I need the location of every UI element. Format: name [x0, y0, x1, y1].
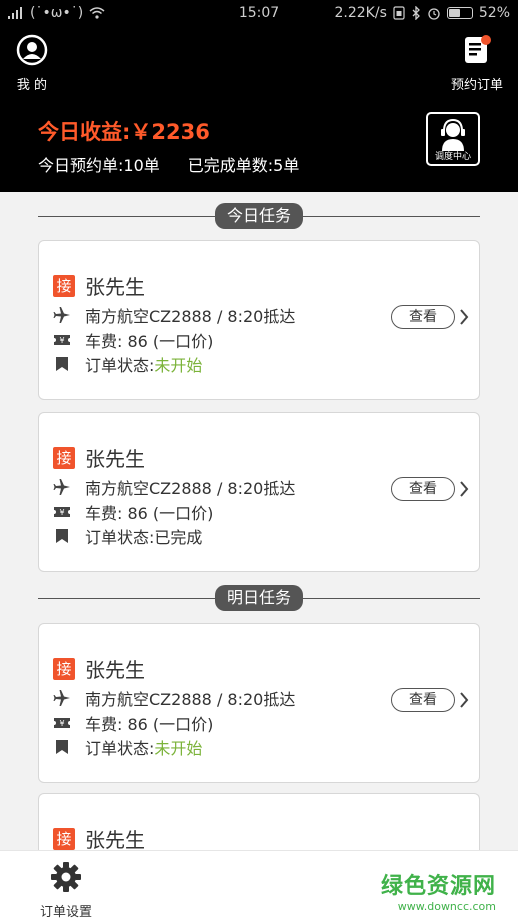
chevron-right-icon[interactable] — [459, 308, 469, 326]
bookmark-icon — [56, 357, 68, 371]
customer-name: 张先生 — [85, 275, 145, 299]
order-status-value: 已完成 — [154, 528, 203, 547]
today-section-header: 今日任务 — [38, 201, 480, 231]
order-card[interactable]: 接 张先生 南方航空CZ2888 / 8:20抵达 ¥ 车费: 86 (一口价)… — [38, 240, 480, 400]
today-section-title: 今日任务 — [214, 203, 304, 229]
fare: 车费: 86 (一口价) — [85, 332, 214, 351]
tomorrow-section-title: 明日任务 — [214, 585, 304, 611]
my-profile-button[interactable]: 我 的 — [12, 34, 52, 93]
order-list-icon — [465, 35, 491, 63]
pickup-badge: 接 — [53, 657, 75, 680]
order-card[interactable]: 接 张先生 南方航空CZ2888 / 8:20抵达 ¥ 车费: 86 (一口价)… — [38, 412, 480, 572]
plane-icon — [53, 690, 70, 706]
fare: 车费: 86 (一口价) — [85, 504, 214, 523]
order-settings-label: 订单设置 — [40, 905, 93, 920]
order-status-label: 订单状态: — [85, 739, 155, 758]
bookmark-icon — [56, 529, 68, 543]
ticket-icon: ¥ — [54, 507, 70, 517]
customer-name: 张先生 — [85, 828, 145, 852]
svg-text:¥: ¥ — [59, 336, 64, 345]
order-settings-button[interactable]: 订单设置 — [40, 861, 92, 920]
order-status-value: 未开始 — [154, 356, 203, 375]
view-button[interactable]: 查看 — [391, 477, 455, 501]
flight-info: 南方航空CZ2888 / 8:20抵达 — [85, 479, 296, 498]
plane-icon — [53, 307, 70, 323]
fare: 车费: 86 (一口价) — [85, 715, 214, 734]
watermark-url: www.downcc.com — [397, 900, 496, 913]
battery-percent: 52% — [478, 5, 510, 21]
ticket-icon: ¥ — [54, 718, 70, 728]
svg-text:¥: ¥ — [59, 719, 64, 728]
pickup-badge: 接 — [53, 446, 75, 469]
customer-name: 张先生 — [85, 658, 145, 682]
order-status-value: 未开始 — [154, 739, 203, 758]
dispatch-center-button[interactable]: 调度中心 — [426, 112, 480, 166]
tomorrow-section-header: 明日任务 — [38, 583, 480, 613]
order-card[interactable]: 接 张先生 南方航空CZ2888 / 8:20抵达 ¥ 车费: 86 (一口价)… — [38, 623, 480, 783]
reserved-orders-button[interactable]: 预约订单 — [448, 34, 506, 93]
order-card[interactable]: 接 张先生 — [38, 793, 480, 853]
headset-icon — [441, 118, 465, 151]
today-summary: 今日预约单:10单 已完成单数:5单 — [38, 152, 299, 176]
customer-name: 张先生 — [85, 447, 145, 471]
today-earnings: 今日收益:￥2236 — [38, 120, 210, 144]
status-bar: (˙•ω•˙) 15:07 2.22K/s 52% — [0, 0, 518, 28]
alarm-icon — [428, 8, 440, 20]
sim-icon — [393, 6, 405, 20]
chevron-right-icon[interactable] — [459, 691, 469, 709]
orders-label: 预约订单 — [450, 78, 503, 93]
pickup-badge: 接 — [53, 274, 75, 297]
bluetooth-icon — [412, 6, 420, 20]
watermark: 绿色资源网 www.downcc.com — [381, 868, 496, 913]
svg-text:¥: ¥ — [59, 508, 64, 517]
chevron-right-icon[interactable] — [459, 480, 469, 498]
avatar-icon — [16, 34, 48, 66]
order-status-label: 订单状态: — [85, 356, 155, 375]
completed-count: 已完成单数:5单 — [187, 156, 300, 175]
gear-icon — [51, 862, 81, 892]
dispatch-label: 调度中心 — [434, 152, 471, 162]
battery-icon — [446, 7, 473, 19]
today-bookings: 今日预约单:10单 — [38, 156, 160, 175]
watermark-title: 绿色资源网 — [380, 874, 496, 899]
plane-icon — [53, 479, 70, 495]
net-speed: 2.22K/s — [334, 5, 387, 21]
ticket-icon: ¥ — [54, 335, 70, 345]
profile-label: 我 的 — [16, 78, 48, 93]
flight-info: 南方航空CZ2888 / 8:20抵达 — [85, 307, 296, 326]
flight-info: 南方航空CZ2888 / 8:20抵达 — [85, 690, 296, 709]
bookmark-icon — [56, 740, 68, 754]
order-status-label: 订单状态: — [85, 528, 155, 547]
header: 我 的 预约订单 今日收益:￥2236 今日预约单:10单 已完成单数:5单 调… — [0, 28, 518, 192]
pickup-badge: 接 — [53, 827, 75, 850]
view-button[interactable]: 查看 — [391, 688, 455, 712]
view-button[interactable]: 查看 — [391, 305, 455, 329]
